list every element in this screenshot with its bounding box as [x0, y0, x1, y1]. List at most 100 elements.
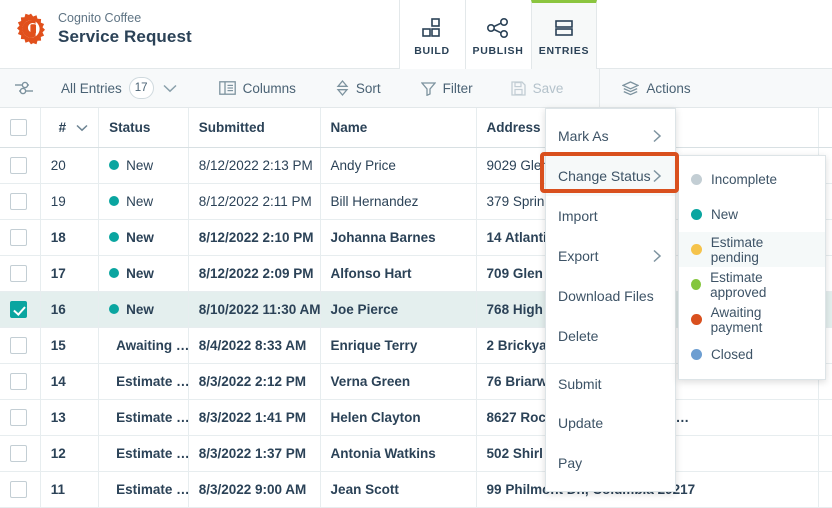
- row-status-cell: New: [98, 219, 189, 256]
- row-checkbox-cell[interactable]: [0, 435, 41, 472]
- view-settings-button[interactable]: [0, 69, 55, 108]
- header-name[interactable]: Name: [320, 108, 477, 148]
- table-row[interactable]: 11 Estimate … 8/3/2022 9:00 AM Jean Scott 99…: [0, 471, 832, 508]
- status-option-closed[interactable]: Closed: [679, 337, 825, 372]
- row-status-cell: Estimate …: [98, 435, 189, 472]
- view-selector-label: All Entries: [61, 80, 122, 96]
- row-number[interactable]: 11: [40, 471, 100, 508]
- status-option-estimate-pending[interactable]: Estimate pending: [679, 232, 825, 267]
- tab-publish[interactable]: PUBLISH: [465, 0, 531, 69]
- row-number[interactable]: 19: [40, 183, 100, 220]
- status-dot-icon: [109, 232, 120, 242]
- status-option-label: New: [711, 207, 739, 222]
- row-submitted: 8/10/2022 11:30 AM: [188, 291, 321, 328]
- menu-item-submit[interactable]: Submit: [546, 363, 675, 403]
- row-name: Helen Clayton: [320, 399, 477, 436]
- columns-button[interactable]: Columns: [218, 69, 296, 108]
- header-select-all[interactable]: [0, 108, 41, 148]
- status-option-new[interactable]: New: [679, 197, 825, 232]
- menu-item-label: Change Status: [558, 168, 651, 184]
- row-checkbox-cell[interactable]: [0, 147, 41, 184]
- status-option-label: Estimate pending: [710, 234, 764, 265]
- columns-label: Columns: [242, 80, 296, 96]
- row-checkbox[interactable]: [10, 444, 27, 462]
- menu-item-change-status[interactable]: Change Status: [546, 156, 675, 196]
- layers-icon: [622, 80, 640, 96]
- row-number[interactable]: 17: [40, 255, 100, 292]
- row-name: Andy Price: [320, 147, 477, 184]
- row-number[interactable]: 15: [40, 327, 100, 364]
- row-number[interactable]: 12: [40, 435, 100, 472]
- row-number[interactable]: 20: [40, 147, 100, 184]
- row-checkbox-cell[interactable]: [0, 183, 41, 220]
- status-option-incomplete[interactable]: Incomplete: [679, 162, 825, 197]
- row-submitted: 8/4/2022 8:33 AM: [188, 327, 321, 364]
- row-checkbox-cell[interactable]: [0, 255, 41, 292]
- row-status-cell: Estimate …: [98, 399, 189, 436]
- toolbar-divider: [599, 68, 601, 108]
- status-option-awaiting-payment[interactable]: Awaiting payment: [679, 302, 825, 337]
- status-dot-icon: [109, 304, 120, 314]
- row-status-cell: New: [98, 255, 189, 292]
- chevron-right-icon: [652, 169, 663, 183]
- entry-count-badge: 17: [128, 77, 154, 99]
- row-checkbox[interactable]: [10, 300, 27, 318]
- tab-entries[interactable]: ENTRIES: [531, 0, 597, 69]
- header-status[interactable]: Status: [98, 108, 189, 148]
- row-extra: [818, 435, 832, 472]
- row-checkbox-cell[interactable]: [0, 219, 41, 256]
- menu-item-update[interactable]: Update: [546, 403, 675, 443]
- row-checkbox-cell[interactable]: [0, 291, 41, 328]
- row-checkbox[interactable]: [10, 336, 27, 354]
- row-checkbox-cell[interactable]: [0, 471, 41, 508]
- menu-item-pay[interactable]: Pay: [546, 443, 675, 483]
- row-checkbox[interactable]: [10, 372, 27, 390]
- status-label: New: [126, 229, 154, 245]
- row-checkbox[interactable]: [10, 192, 27, 210]
- row-checkbox-cell[interactable]: [0, 327, 41, 364]
- row-number[interactable]: 16: [40, 291, 100, 328]
- row-number[interactable]: 18: [40, 219, 100, 256]
- menu-item-mark-as[interactable]: Mark As: [546, 116, 675, 156]
- view-selector[interactable]: All Entries 17: [61, 69, 177, 108]
- menu-item-label: Pay: [558, 455, 583, 471]
- status-dot-icon: [109, 160, 120, 170]
- menu-item-delete[interactable]: Delete: [546, 316, 675, 356]
- row-name: Jean Scott: [320, 471, 477, 508]
- row-checkbox[interactable]: [10, 480, 27, 498]
- chevron-down-icon[interactable]: [76, 120, 88, 135]
- chevron-right-icon: [652, 129, 663, 143]
- menu-item-export[interactable]: Export: [546, 236, 675, 276]
- header-submitted[interactable]: Submitted: [188, 108, 321, 148]
- row-checkbox[interactable]: [10, 156, 27, 174]
- sort-button[interactable]: Sort: [336, 69, 381, 108]
- select-all-checkbox[interactable]: [10, 118, 27, 136]
- chevron-right-icon: [652, 249, 663, 263]
- header-extra[interactable]: [818, 108, 832, 148]
- row-submitted: 8/3/2022 1:37 PM: [188, 435, 321, 472]
- header-number[interactable]: #: [40, 108, 100, 148]
- actions-button[interactable]: Actions: [622, 69, 691, 108]
- status-label: New: [126, 265, 154, 281]
- status-option-estimate-approved[interactable]: Estimate approved: [679, 267, 825, 302]
- row-number[interactable]: 14: [40, 363, 100, 400]
- status-label: Estimate …: [116, 445, 189, 461]
- row-submitted: 8/12/2022 2:11 PM: [188, 183, 321, 220]
- row-checkbox-cell[interactable]: [0, 363, 41, 400]
- chevron-down-icon[interactable]: [163, 84, 177, 93]
- row-checkbox[interactable]: [10, 264, 27, 282]
- sort-icon: [336, 80, 349, 96]
- save-label: Save: [532, 80, 564, 96]
- row-checkbox[interactable]: [10, 228, 27, 246]
- table-row[interactable]: 12 Estimate … 8/3/2022 1:37 PM Antonia Watk…: [0, 435, 832, 472]
- row-checkbox[interactable]: [10, 408, 27, 426]
- menu-item-download-files[interactable]: Download Files: [546, 276, 675, 316]
- actions-label: Actions: [646, 80, 691, 96]
- tab-build[interactable]: BUILD: [399, 0, 465, 69]
- table-row[interactable]: 13 Estimate … 8/3/2022 1:41 PM Helen Clayto…: [0, 399, 832, 436]
- menu-item-import[interactable]: Import: [546, 196, 675, 236]
- row-status-cell: New: [98, 291, 189, 328]
- filter-button[interactable]: Filter: [420, 69, 473, 108]
- row-checkbox-cell[interactable]: [0, 399, 41, 436]
- row-number[interactable]: 13: [40, 399, 100, 436]
